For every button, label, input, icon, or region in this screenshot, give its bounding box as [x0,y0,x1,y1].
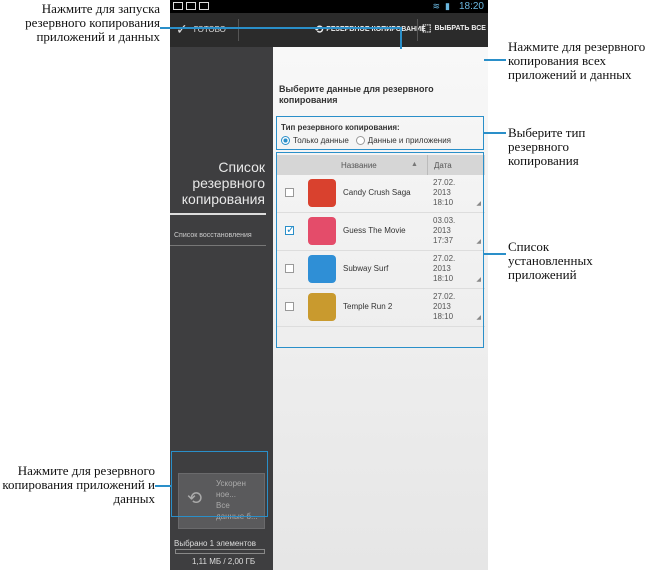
sidebar-title-line: резервного [192,175,265,191]
callout-backup-type: Выберите тип резервного копирования [508,125,586,168]
leader-line [484,59,506,61]
page-title-line2: копирования [279,95,338,105]
sidebar-item-restore-list[interactable]: Список восстановления [174,232,252,239]
callout-backup-start: Нажмите для запуска резервного копирован… [25,1,160,44]
leader-line [484,253,506,255]
active-underline [170,213,266,215]
callout-backup-all: Нажмите для резервного копирования всех … [508,39,646,82]
divider [417,19,418,41]
battery-icon: ▮ [445,1,450,11]
leader-line [400,27,402,49]
image-notification-icon [173,2,183,10]
callout-quick-backup: Нажмите для резервного копирования прило… [2,463,155,506]
store-notification-icon [199,2,209,10]
done-button[interactable]: ✓ ГОТОВО [176,21,226,38]
highlight-quick-backup [171,451,268,517]
select-all-icon: ⬚ [422,23,432,34]
checkmark-icon: ✓ [176,21,188,37]
leader-line [484,132,506,134]
storage-progress-bar [175,549,265,554]
leader-line [160,27,400,29]
highlight-backup-type [276,116,484,150]
callout-app-list: Список установленных приложений [508,239,593,282]
select-all-button[interactable]: ⬚ ВЫБРАТЬ ВСЕ [422,23,486,34]
divider [238,19,239,41]
sidebar-title-line: копирования [181,191,265,207]
storage-size: 1,11 МБ / 2,00 ГБ [192,557,256,566]
leader-line [155,485,171,487]
page-title: Выберите данные для резервного [279,84,434,94]
highlight-app-list [276,152,484,348]
clock: 18:20 [458,1,484,12]
select-all-label: ВЫБРАТЬ ВСЕ [434,25,486,32]
backup-icon: ⟲ [314,24,324,36]
selected-count: Выбрано 1 элементов [174,539,256,548]
divider [170,245,266,246]
wifi-icon: ≋ [432,1,440,11]
mail-notification-icon [186,2,196,10]
action-bar: ✓ ГОТОВО ⟲ РЕЗЕРВНОЕ КОПИРОВАНИЕ ⬚ ВЫБРА… [170,13,488,47]
sidebar-title-line: Список [218,159,265,175]
status-bar: ≋ ▮ 18:20 [170,0,488,13]
backup-button[interactable]: ⟲ РЕЗЕРВНОЕ КОПИРОВАНИЕ [314,23,426,36]
sidebar-item-backup-list[interactable]: Список резервного копирования [182,159,265,207]
